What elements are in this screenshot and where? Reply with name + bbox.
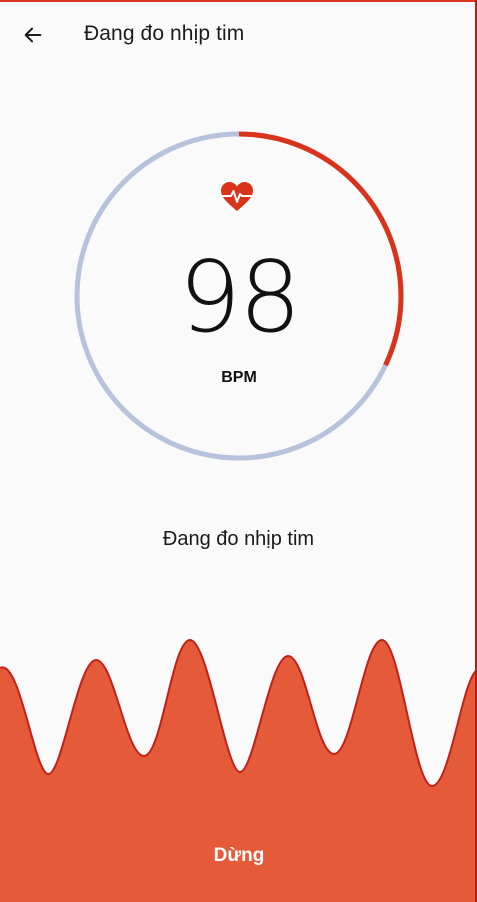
bpm-unit: BPM — [221, 369, 257, 386]
stop-button[interactable]: Dừng — [178, 832, 300, 880]
bpm-value: 98 — [178, 241, 302, 355]
heart-pulse-icon — [221, 182, 253, 211]
status-text: Đang đo nhịp tim — [162, 528, 315, 550]
